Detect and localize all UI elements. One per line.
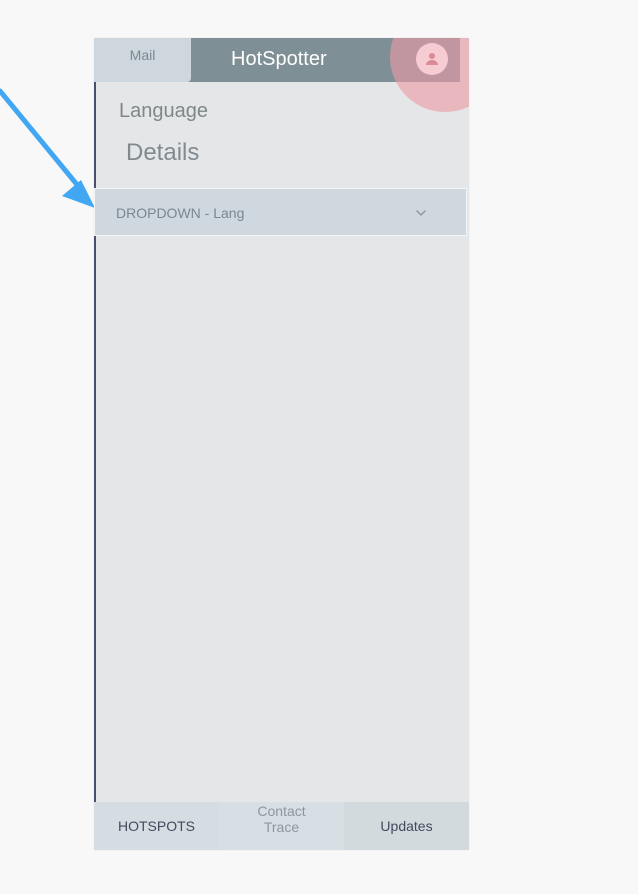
language-dropdown[interactable]: DROPDOWN - Lang [94, 188, 467, 236]
mail-tab[interactable]: Mail [94, 38, 191, 82]
nav-label-contact-trace: Contact Trace [219, 803, 344, 835]
bottom-navigation: HOTSPOTS Contact Trace Updates [94, 802, 469, 850]
dropdown-label: DROPDOWN - Lang [116, 205, 245, 221]
app-title: HotSpotter [231, 48, 327, 70]
avatar-button[interactable] [416, 43, 448, 75]
section-label: Language [119, 100, 208, 122]
section-title: Details [126, 139, 200, 166]
arrow-head [62, 180, 95, 208]
nav-label-hotspots: HOTSPOTS [117, 818, 195, 834]
app-screen: Mail HotSpotter Language Details DROPDOW… [94, 38, 469, 850]
nav-item-hotspots[interactable]: HOTSPOTS [94, 802, 219, 850]
nav-label-updates: Updates [380, 818, 433, 834]
person-icon [426, 53, 438, 65]
nav-label-trace-line: Trace [263, 819, 300, 835]
arrow-shaft [0, 88, 82, 190]
chevron-down-icon [416, 210, 426, 216]
nav-item-updates[interactable]: Updates [344, 802, 469, 850]
nav-label-contact-line: Contact [257, 803, 306, 819]
nav-item-contact-trace[interactable]: Contact Trace [219, 802, 344, 850]
